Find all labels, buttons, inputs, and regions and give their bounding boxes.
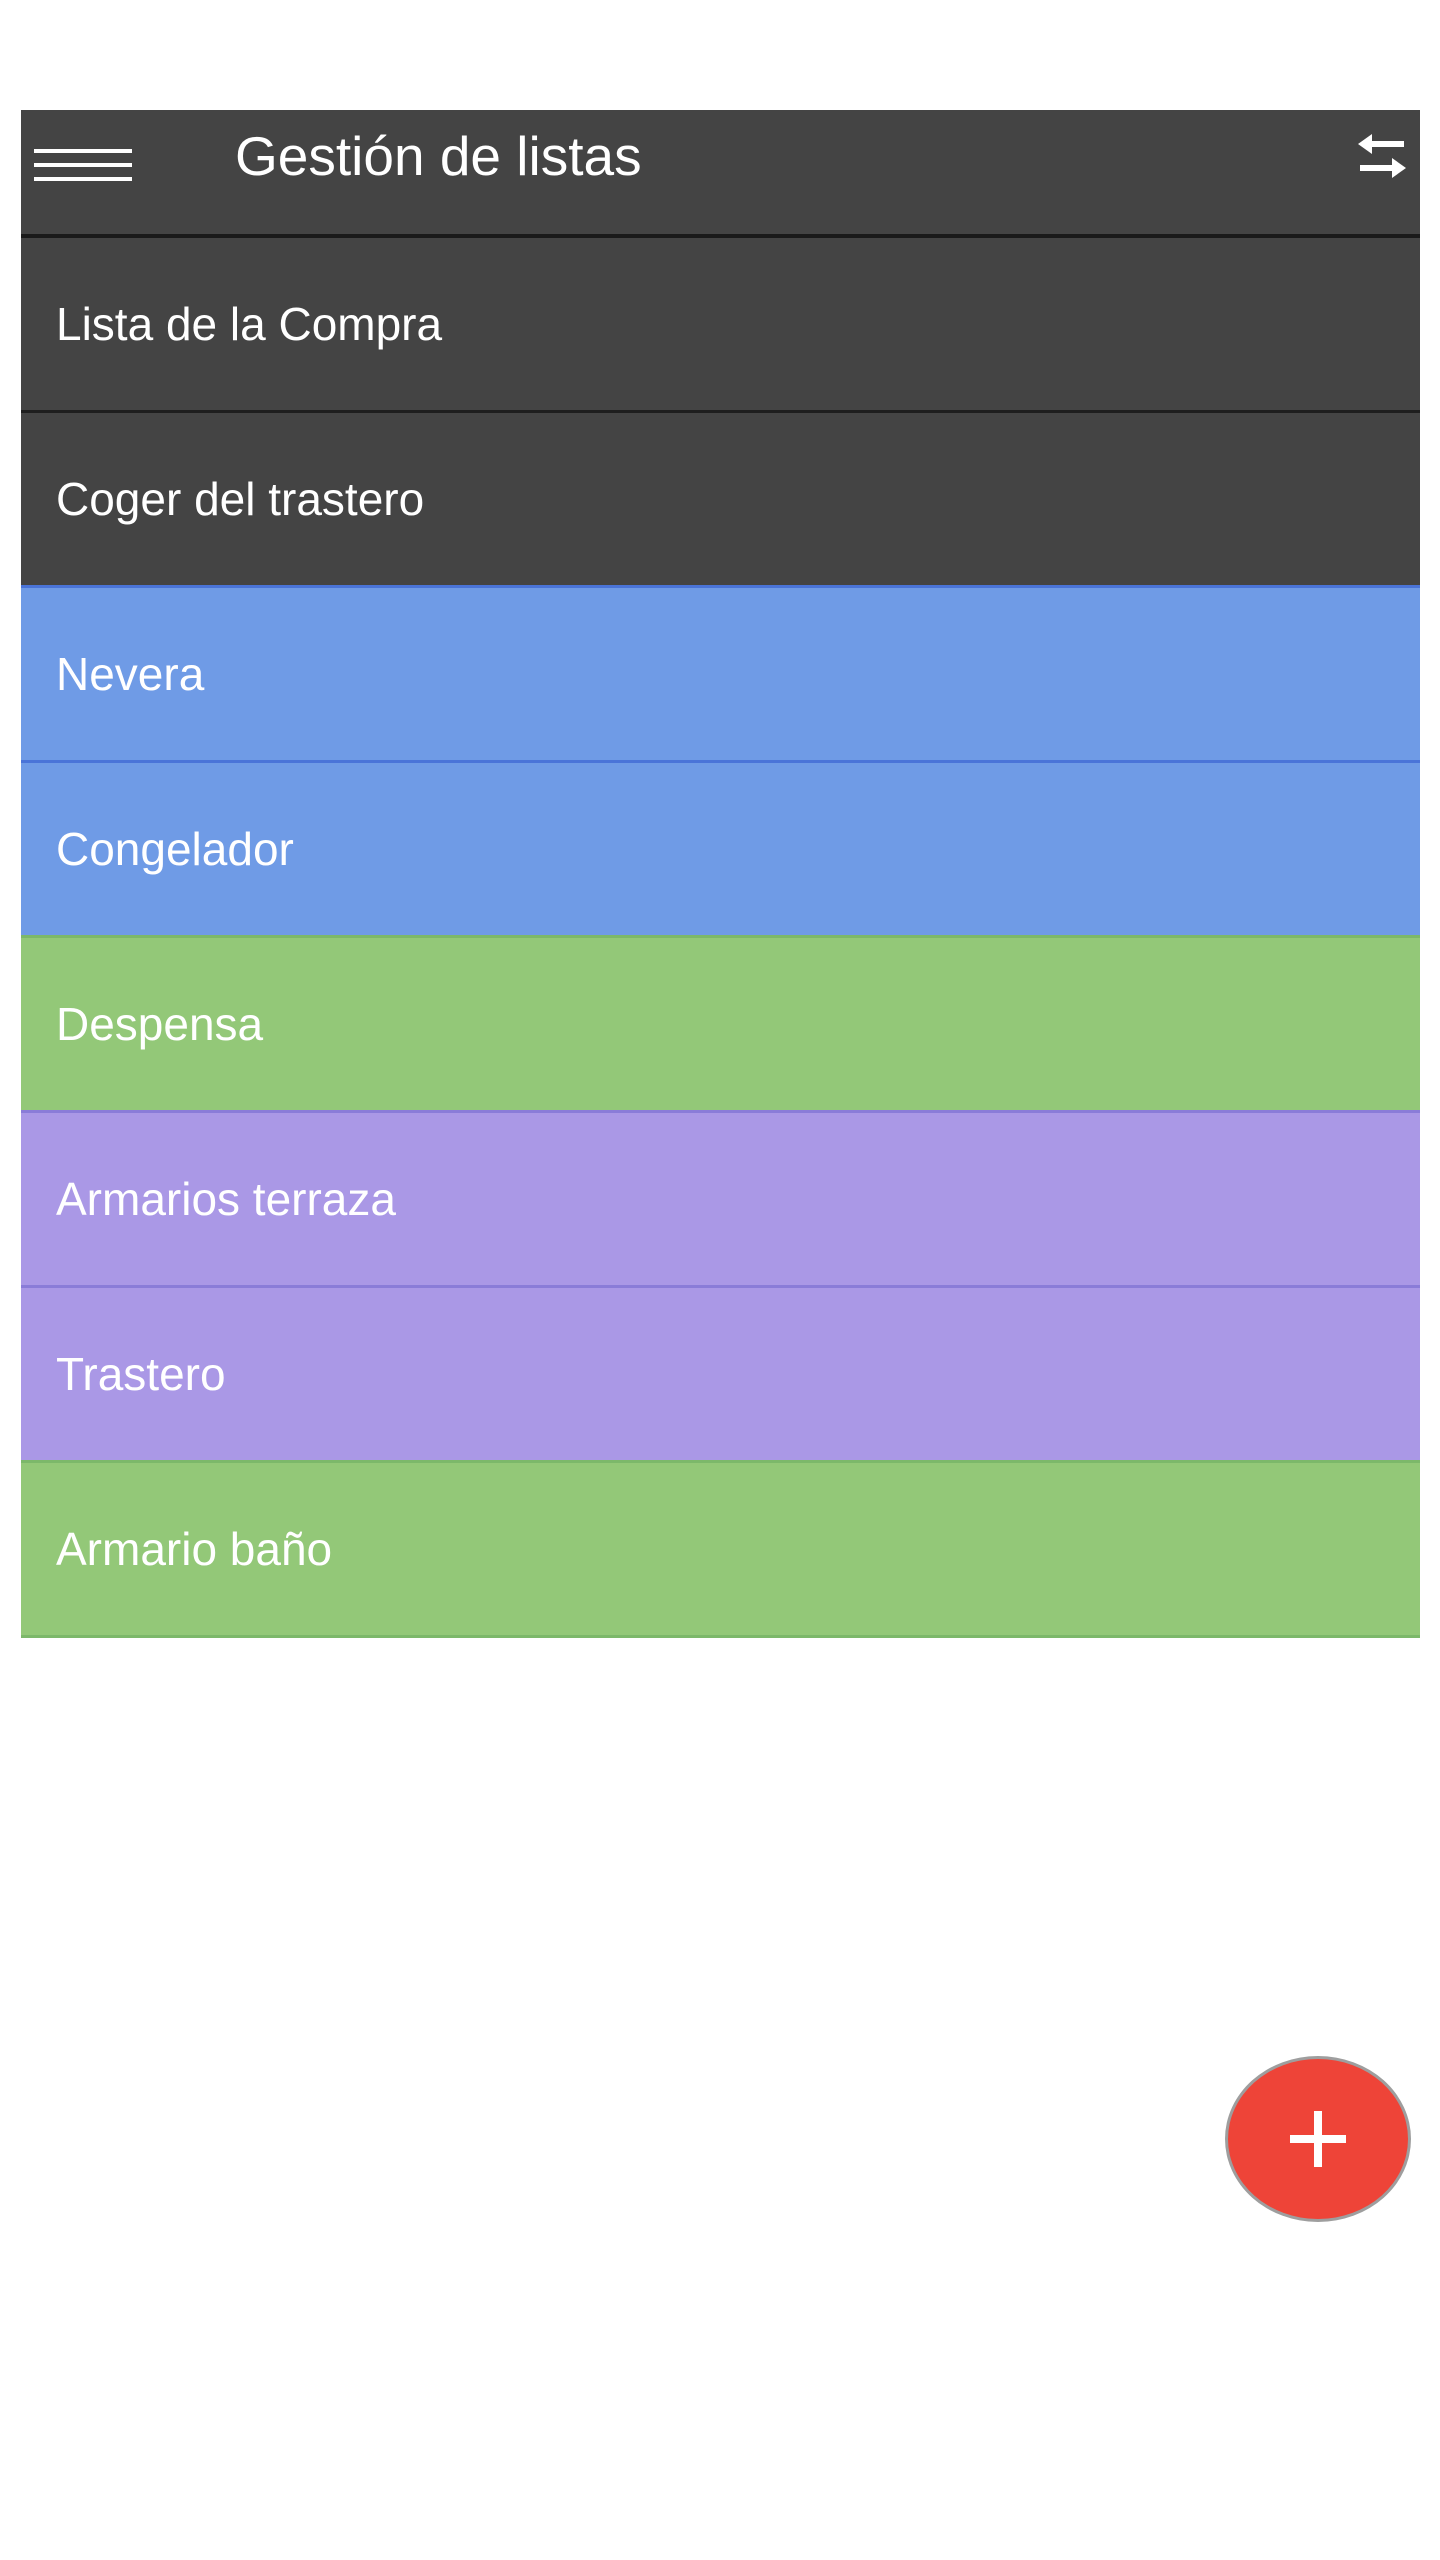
add-list-button[interactable] (1228, 2059, 1408, 2219)
list-item[interactable]: Congelador (21, 763, 1420, 938)
list-item[interactable]: Armario baño (21, 1463, 1420, 1638)
list-item[interactable]: Despensa (21, 938, 1420, 1113)
list-item[interactable]: Coger del trastero (21, 413, 1420, 588)
hamburger-menu-icon[interactable] (34, 135, 132, 195)
page-title: Gestión de listas (235, 125, 642, 187)
list-item-label: Coger del trastero (56, 473, 425, 525)
list-item-label: Armarios terraza (56, 1173, 396, 1225)
list-item-label: Congelador (56, 823, 294, 875)
plus-icon (1290, 2111, 1346, 2167)
top-app-bar: Gestión de listas (21, 110, 1420, 238)
list-item[interactable]: Trastero (21, 1288, 1420, 1463)
list-item-label: Despensa (56, 998, 264, 1050)
list-item-label: Armario baño (56, 1523, 333, 1575)
list-item[interactable]: Lista de la Compra (21, 238, 1420, 413)
list-item[interactable]: Armarios terraza (21, 1113, 1420, 1288)
list-item-label: Nevera (56, 648, 205, 700)
swap-horiz-icon[interactable] (1352, 128, 1412, 188)
list-item-label: Trastero (56, 1348, 226, 1400)
list-item[interactable]: Nevera (21, 588, 1420, 763)
app-container: Gestión de listas Lista de la Compra Coge… (21, 110, 1420, 1638)
list-item-label: Lista de la Compra (56, 298, 443, 350)
lists-container: Lista de la Compra Coger del trastero Neve… (21, 238, 1420, 1638)
